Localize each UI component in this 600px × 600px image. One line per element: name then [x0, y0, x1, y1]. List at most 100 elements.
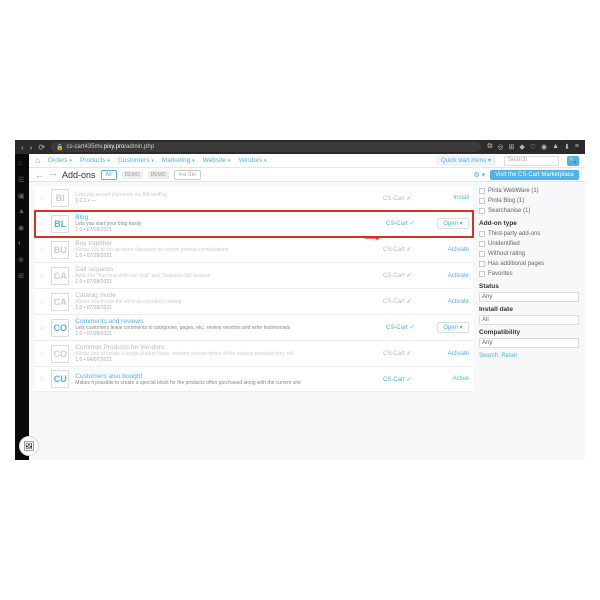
type-item[interactable]: Without rating — [479, 249, 579, 259]
status-select[interactable]: Any — [479, 292, 579, 302]
back-button[interactable]: ← — [35, 170, 44, 180]
addon-row[interactable]: ☆ BL Blog Lets you start your blog easil… — [35, 211, 473, 237]
addon-name[interactable]: Customers also bought — [75, 373, 377, 380]
rail-icon[interactable]: ◐ — [18, 240, 26, 248]
back-icon[interactable]: ‹ — [21, 143, 24, 152]
ext-icon[interactable]: ⊞ — [508, 143, 514, 151]
checkbox[interactable] — [479, 251, 485, 257]
checkbox[interactable] — [479, 231, 485, 237]
lock-icon: 🔒 — [56, 144, 63, 151]
download-icon[interactable]: ⬇ — [564, 143, 570, 151]
star-icon[interactable]: ☆ — [39, 246, 45, 254]
tab-all[interactable]: All — [101, 170, 117, 180]
quick-start[interactable]: Quick start menu ▾ — [436, 155, 496, 166]
type-item[interactable]: Favorites — [479, 269, 579, 279]
ext-icon[interactable]: ≡ — [575, 143, 579, 151]
ext-icon[interactable]: ◎ — [497, 143, 503, 151]
addon-badge: BU — [51, 241, 69, 259]
addon-row[interactable]: ☆ CU Customers also bought Makes it poss… — [35, 367, 473, 392]
rail-icon[interactable]: ▣ — [18, 192, 26, 200]
search-link[interactable]: Search — [479, 353, 498, 359]
home-icon[interactable]: ⌂ — [35, 156, 40, 165]
ext-icon[interactable]: ▲ — [552, 143, 559, 151]
star-icon[interactable]: ☆ — [39, 375, 45, 383]
chat-widget[interactable]: 🖼 — [19, 436, 39, 456]
visit-marketplace-button[interactable]: Visit the CS-Cart Marketplace — [490, 170, 579, 180]
url-box[interactable]: 🔒 cs-cart435mv.pixy.pro/admin.php — [51, 142, 481, 152]
checkbox[interactable] — [479, 198, 485, 204]
rail-icon[interactable]: ◉ — [18, 224, 26, 232]
search-input[interactable]: Search — [504, 156, 559, 166]
ext-icon[interactable]: ◉ — [541, 143, 547, 151]
menu-website[interactable]: Website ▾ — [203, 157, 231, 164]
install-select[interactable]: All — [479, 315, 579, 325]
demo-badge: DEMO — [122, 171, 143, 179]
addon-row[interactable]: ☆ BU Buy together Allows you to set up s… — [35, 237, 473, 263]
ext-icon[interactable]: ⧉ — [487, 143, 492, 151]
checkbox[interactable] — [479, 271, 485, 277]
addon-row[interactable]: ☆ CO Comments and reviews Lets customers… — [35, 315, 473, 341]
type-item[interactable]: Has additional pages — [479, 259, 579, 269]
addon-action[interactable]: Activate — [434, 247, 469, 253]
addon-name[interactable]: Buy together — [75, 240, 377, 247]
rail-icon[interactable]: ☰ — [18, 176, 26, 184]
addon-action[interactable]: Open ▾ — [437, 218, 469, 229]
addon-row[interactable]: ☆ BI Lets you accept payments via Billri… — [35, 186, 473, 211]
addon-action[interactable]: Install — [434, 195, 469, 201]
reload-icon[interactable]: ⟳ — [38, 143, 45, 152]
addon-action[interactable]: Activate — [434, 351, 469, 357]
side-header: Status — [479, 283, 579, 290]
addon-action[interactable]: Active — [434, 376, 469, 382]
ext-icon[interactable]: ♡ — [530, 143, 536, 151]
checkbox[interactable] — [479, 261, 485, 267]
rail-icon[interactable]: ▲ — [18, 208, 26, 216]
top-menu: ⌂ Orders ▾ Products ▾ Customers ▾ Market… — [29, 154, 585, 168]
star-icon[interactable]: ☆ — [39, 194, 45, 202]
star-icon[interactable]: ☆ — [39, 220, 45, 228]
menu-marketing[interactable]: Marketing ▾ — [162, 157, 195, 164]
filter-item[interactable]: Searchanise (1) — [479, 206, 579, 216]
addon-name[interactable]: Call requests — [75, 266, 377, 273]
star-icon[interactable]: ☆ — [39, 272, 45, 280]
rail-icon[interactable]: ⌂ — [18, 160, 26, 168]
addon-action[interactable]: Activate — [434, 273, 469, 279]
addon-action[interactable]: Open ▾ — [437, 322, 469, 333]
menu-orders[interactable]: Orders ▾ — [48, 157, 72, 164]
side-header: Compatibility — [479, 329, 579, 336]
ext-icon[interactable]: ◆ — [519, 143, 524, 151]
store-tab[interactable]: ma Sto — [174, 170, 201, 180]
compat-select[interactable]: Any — [479, 338, 579, 348]
checkbox[interactable] — [479, 241, 485, 247]
checkbox[interactable] — [479, 188, 485, 194]
type-item[interactable]: Third-party add-ons — [479, 229, 579, 239]
star-icon[interactable]: ☆ — [39, 350, 45, 358]
search-button[interactable]: 🔍 — [567, 156, 579, 166]
menu-products[interactable]: Products ▾ — [80, 157, 110, 164]
demo-badge: DEMO — [148, 171, 169, 179]
side-header: Add-on type — [479, 220, 579, 227]
addon-name[interactable]: Catalog mode — [75, 292, 377, 299]
star-icon[interactable]: ☆ — [39, 298, 45, 306]
addon-name[interactable]: Common Products for Vendors — [75, 344, 377, 351]
rail-icon[interactable]: ⊞ — [18, 272, 26, 280]
ctx-icon[interactable]: ⋯ — [49, 170, 57, 179]
fwd-icon[interactable]: › — [30, 143, 33, 152]
gear-icon[interactable]: ⚙ ▾ — [473, 171, 485, 179]
checkbox[interactable] — [479, 208, 485, 214]
addon-action[interactable]: Activate — [434, 299, 469, 305]
addon-row[interactable]: ☆ CA Catalog mode Allows you to use the … — [35, 289, 473, 315]
addon-row[interactable]: ☆ CA Call requests Adds the "Buy now wit… — [35, 263, 473, 289]
menu-vendors[interactable]: Vendors ▾ — [238, 157, 266, 164]
filter-item[interactable]: Pinta WebWare (1) — [479, 186, 579, 196]
addon-name[interactable]: Comments and reviews — [75, 318, 380, 325]
reset-link[interactable]: Reset — [501, 353, 517, 359]
addon-name[interactable]: Blog — [75, 214, 380, 221]
menu-customers[interactable]: Customers ▾ — [118, 157, 154, 164]
addon-dev: CS-Cart ✓ — [383, 246, 428, 253]
filter-item[interactable]: Pinta Blog (1) — [479, 196, 579, 206]
star-icon[interactable]: ☆ — [39, 324, 45, 332]
type-item[interactable]: Unidentified — [479, 239, 579, 249]
rail-icon[interactable]: ⊕ — [18, 256, 26, 264]
addon-ver: 1.0 • 07/28/2021 — [75, 279, 377, 285]
addon-row[interactable]: ☆ CO Common Products for Vendors Allows … — [35, 341, 473, 367]
